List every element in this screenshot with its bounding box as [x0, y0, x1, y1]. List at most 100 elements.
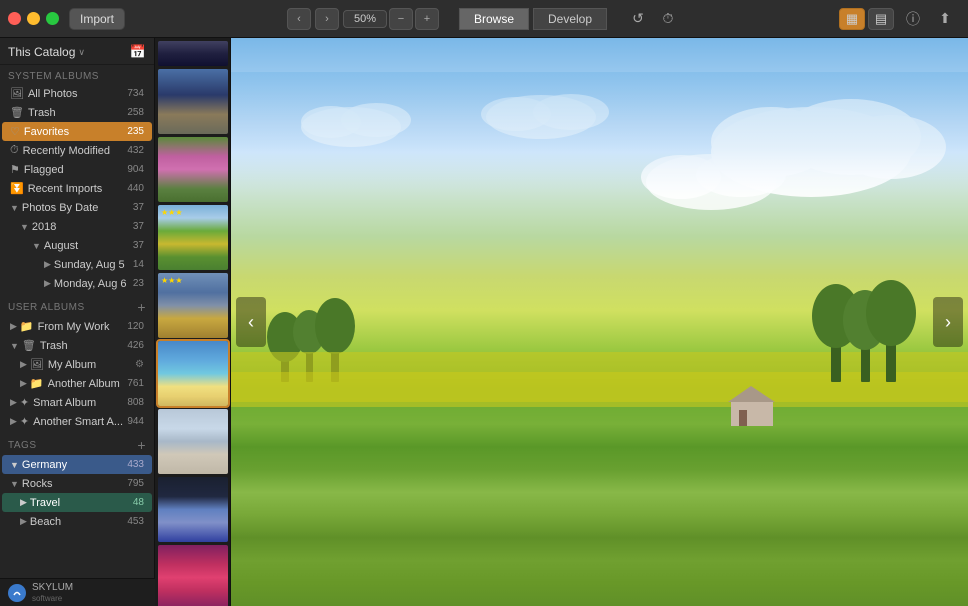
sidebar-item-from-my-work[interactable]: ▶ 📁 From My Work 120: [2, 317, 152, 336]
recently-modified-icon: ⏱: [10, 144, 19, 157]
monday-aug6-chevron: ▶: [44, 278, 51, 289]
favorites-icon: ♡: [10, 125, 20, 138]
my-album-icon: 🖼: [30, 358, 44, 371]
tab-develop[interactable]: Develop: [533, 8, 607, 30]
layout-grid-button[interactable]: ▦: [839, 8, 865, 30]
sidebar-item-beach[interactable]: ▶ Beach 453: [2, 512, 152, 531]
another-album-chevron: ▶: [20, 378, 27, 389]
stars-indicator-city: ★★★: [161, 276, 183, 285]
tab-browse[interactable]: Browse: [459, 8, 529, 30]
photo-prev-button[interactable]: ‹: [236, 297, 266, 347]
zoom-plus-button[interactable]: +: [415, 8, 439, 30]
history-button[interactable]: ⏱: [655, 8, 681, 30]
skylum-logo: [8, 584, 26, 602]
sidebar-item-sunday-aug5[interactable]: ▶ Sunday, Aug 5 14: [2, 255, 152, 274]
sidebar-item-august[interactable]: ▼ August 37: [2, 236, 152, 255]
add-tag-icon[interactable]: +: [137, 437, 146, 453]
trash-user-chevron: ▼: [10, 341, 19, 351]
from-my-work-icon: 📁: [20, 320, 34, 333]
sidebar-item-trash-system[interactable]: 🗑 Trash 258: [2, 103, 152, 122]
titlebar-right: ▦ ▤ ⓘ ⬆: [839, 8, 958, 30]
calendar-icon[interactable]: 📅: [130, 44, 146, 60]
sidebar-item-my-album[interactable]: ▶ 🖼 My Album ⚙: [2, 355, 152, 374]
skylum-footer: SKYLUM software: [0, 578, 155, 606]
travel-chevron: ▶: [20, 497, 27, 508]
sidebar-item-travel[interactable]: ▶ Travel 48: [2, 493, 152, 512]
layout-list-button[interactable]: ▤: [868, 8, 894, 30]
info-button[interactable]: ⓘ: [900, 8, 926, 30]
thumbnail-fields[interactable]: ★★★: [158, 205, 228, 270]
stars-indicator: ★★★: [161, 208, 183, 217]
layout-buttons: ▦ ▤: [839, 8, 894, 30]
sidebar-item-recently-modified[interactable]: ⏱ Recently Modified 432: [2, 141, 152, 160]
flagged-icon: ⚑: [10, 163, 20, 176]
main-photo-area: ‹ ›: [231, 38, 968, 606]
system-albums-header: System Albums: [0, 65, 154, 84]
sidebar-item-rocks[interactable]: ▼ Rocks 795: [2, 474, 152, 493]
traffic-lights: [8, 12, 59, 25]
sidebar-item-2018[interactable]: ▼ 2018 37: [2, 217, 152, 236]
thumbnail-strip: ★★★ ★★★: [155, 38, 231, 606]
august-chevron: ▼: [32, 241, 41, 251]
undo-button[interactable]: ↺: [625, 8, 651, 30]
germany-chevron: ▼: [10, 460, 19, 470]
user-albums-header: User Albums +: [0, 293, 154, 317]
trash-user-icon: 🗑: [22, 339, 36, 352]
nav-back-button[interactable]: ‹: [287, 8, 311, 30]
share-button[interactable]: ⬆: [932, 8, 958, 30]
sidebar-item-germany[interactable]: ▼ Germany 433: [2, 455, 152, 474]
sidebar-item-recent-imports[interactable]: ⏬ Recent Imports 440: [2, 179, 152, 198]
add-album-icon[interactable]: +: [137, 299, 146, 315]
main-layout: This Catalog ∨ 📅 System Albums 🖼 All Pho…: [0, 38, 968, 606]
another-smart-album-icon: ✦: [20, 415, 29, 428]
beach-chevron: ▶: [20, 516, 27, 527]
minimize-button[interactable]: [27, 12, 40, 25]
zoom-value[interactable]: 50%: [343, 10, 387, 28]
sidebar-item-another-smart-album[interactable]: ▶ ✦ Another Smart A... 944: [2, 412, 152, 431]
my-album-gear-icon[interactable]: ⚙: [135, 359, 144, 370]
nav-forward-button[interactable]: ›: [315, 8, 339, 30]
sidebar-item-trash-user[interactable]: ▼ 🗑 Trash 426: [2, 336, 152, 355]
sunday-aug5-chevron: ▶: [44, 259, 51, 270]
year-2018-chevron: ▼: [20, 222, 29, 232]
thumbnail-bridge[interactable]: [158, 69, 228, 134]
tags-header: Tags +: [0, 431, 154, 455]
sidebar-item-photos-by-date[interactable]: ▼ Photos By Date 37: [2, 198, 152, 217]
catalog-dropdown[interactable]: This Catalog ∨: [8, 45, 85, 59]
recent-imports-icon: ⏬: [10, 182, 24, 195]
zoom-minus-button[interactable]: −: [389, 8, 413, 30]
catalog-header: This Catalog ∨ 📅: [0, 38, 154, 65]
thumbnail-flowers[interactable]: [158, 137, 228, 202]
sidebar: This Catalog ∨ 📅 System Albums 🖼 All Pho…: [0, 38, 155, 606]
all-photos-icon: 🖼: [10, 87, 24, 100]
sidebar-item-all-photos[interactable]: 🖼 All Photos 734: [2, 84, 152, 103]
thumbnail-feather[interactable]: [158, 477, 228, 542]
another-album-icon: 📁: [30, 377, 44, 390]
from-my-work-chevron: ▶: [10, 321, 17, 332]
maximize-button[interactable]: [46, 12, 59, 25]
sidebar-item-monday-aug6[interactable]: ▶ Monday, Aug 6 23: [2, 274, 152, 293]
thumbnail-flowers2[interactable]: [158, 545, 228, 606]
sidebar-item-smart-album[interactable]: ▶ ✦ Smart Album 808: [2, 393, 152, 412]
close-button[interactable]: [8, 12, 21, 25]
zoom-group: 50% − +: [343, 8, 439, 30]
sidebar-item-favorites[interactable]: ♡ Favorites 235: [2, 122, 152, 141]
import-button[interactable]: Import: [69, 8, 125, 30]
smart-album-icon: ✦: [20, 396, 29, 409]
another-smart-album-chevron: ▶: [10, 416, 17, 427]
sidebar-item-flagged[interactable]: ⚑ Flagged 904: [2, 160, 152, 179]
thumbnail-top[interactable]: [158, 41, 228, 66]
rocks-chevron: ▼: [10, 479, 19, 489]
skylum-text-block: SKYLUM software: [32, 582, 73, 603]
thumbnail-beach[interactable]: [158, 341, 228, 406]
photos-by-date-chevron: ▼: [10, 203, 19, 213]
smart-album-chevron: ▶: [10, 397, 17, 408]
thumbnail-bird[interactable]: [158, 409, 228, 474]
thumbnail-city[interactable]: ★★★: [158, 273, 228, 338]
trash-system-icon: 🗑: [10, 106, 24, 119]
photo-next-button[interactable]: ›: [933, 297, 963, 347]
main-photo: [231, 38, 968, 606]
sidebar-item-another-album[interactable]: ▶ 📁 Another Album 761: [2, 374, 152, 393]
titlebar-center: ‹ › 50% − + Browse Develop ↺ ⏱: [287, 8, 681, 30]
titlebar: Import ‹ › 50% − + Browse Develop ↺ ⏱ ▦ …: [0, 0, 968, 38]
